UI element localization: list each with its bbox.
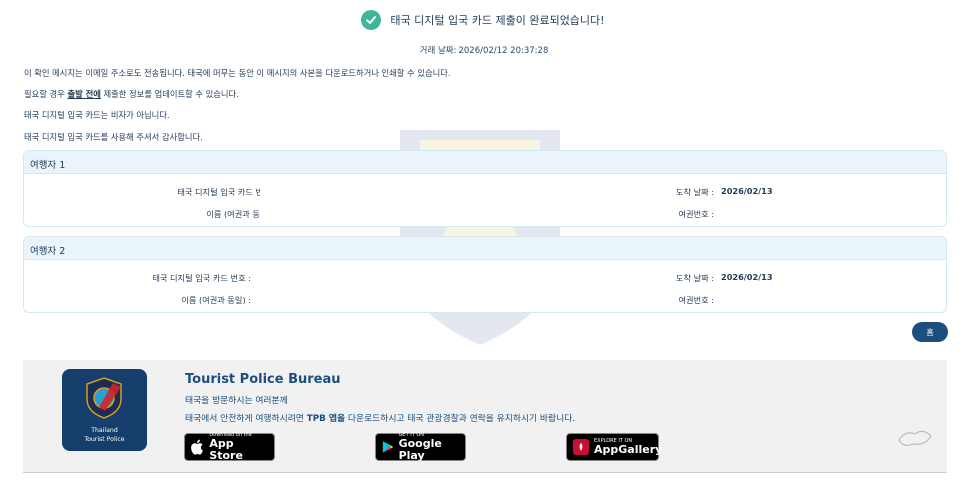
success-message: 태국 디지털 입국 카드 제출이 완료되었습니다!: [390, 14, 605, 27]
tpb-subtitle: 태국을 방문하시는 여러분께: [185, 396, 288, 406]
passport-label: 여권번호 :: [678, 295, 715, 305]
arrival-label: 도착 날짜 :: [675, 187, 714, 197]
name-label: 이름 (여권과 동일) :: [181, 295, 251, 305]
app-store-badge[interactable]: Download on the App Store: [184, 432, 275, 462]
tpb-title: Tourist Police Bureau: [185, 372, 341, 387]
success-banner: 태국 디지털 입국 카드 제출이 완료되었습니다!: [0, 10, 966, 30]
google-play-icon: [382, 441, 394, 453]
name-label: 이름 (여권과 동일) :: [206, 209, 276, 219]
huawei-icon: [573, 439, 589, 455]
card-number-label: 태국 디지털 입국 카드 번호 :: [152, 273, 251, 283]
apple-icon: [191, 439, 203, 455]
tpb-app-tile: Thailand Tourist Police: [62, 369, 147, 451]
google-play-badge[interactable]: GET IT ON Google Play: [375, 432, 466, 462]
desc-suffix: 다운로드하시고 태국 관광경찰과 연락을 유지하시기 바랍니다.: [345, 414, 576, 424]
app-store-big: App Store: [209, 437, 243, 462]
tile-line-2: Tourist Police: [84, 436, 125, 443]
redacted-box: [256, 267, 334, 311]
traveler-panel-1: 여행자 1 태국 디지털 입국 카드 번호 : 이름 (여권과 동일) : 도착…: [23, 150, 947, 227]
hand-logo-icon: [898, 430, 932, 446]
tile-line-1: Thailand: [91, 427, 118, 434]
traveler-title: 여행자 1: [24, 151, 946, 174]
card-number-label: 태국 디지털 입국 카드 번호 :: [177, 187, 276, 197]
arrival-label: 도착 날짜 :: [675, 273, 714, 283]
arrival-date: 2026/02/13: [721, 272, 773, 282]
check-circle-icon: [361, 10, 382, 30]
desc-bold: TPB 앱을: [306, 414, 346, 424]
tpb-description: 태국에서 안전하게 여행하시려면 TPB 앱을 다운로드하시고 태국 관광경찰과…: [185, 411, 575, 424]
app-gallery-badge[interactable]: EXPLORE IT ON AppGallery: [566, 433, 663, 461]
update-prefix: 필요할 경우: [24, 89, 68, 99]
tpb-app-promo: Thailand Tourist Police Tourist Police B…: [23, 360, 947, 473]
before-departure-text: 출발 전에: [67, 89, 101, 99]
redacted-box: [260, 179, 338, 226]
traveler-title: 여행자 2: [24, 237, 946, 260]
police-badge-icon: [86, 377, 122, 419]
info-message-email: 이 확인 메시지는 이메일 주소로도 전송됩니다. 태국에 머무는 동안 이 메…: [24, 68, 451, 78]
home-button[interactable]: 홈: [912, 322, 948, 342]
info-message-update: 필요할 경우 출발 전에 제출한 정보를 업데이트할 수 있습니다.: [24, 88, 239, 100]
update-suffix: 제출한 정보를 업데이트할 수 있습니다.: [100, 89, 239, 99]
google-play-big: Google Play: [398, 437, 442, 462]
desc-prefix: 태국에서 안전하게 여행하시려면: [185, 414, 307, 424]
passport-label: 여권번호 :: [678, 209, 715, 219]
transaction-date: 거래 날짜: 2026/02/12 20:37:28: [0, 44, 966, 56]
transaction-label: 거래 날짜:: [419, 46, 457, 56]
app-gallery-big: AppGallery: [594, 443, 663, 456]
traveler-panel-2: 여행자 2 태국 디지털 입국 카드 번호 : 이름 (여권과 동일) : 도착…: [23, 236, 947, 313]
info-message-thanks: 태국 디지털 입국 카드를 사용해 주셔서 감사합니다.: [24, 132, 203, 142]
arrival-date: 2026/02/13: [721, 186, 773, 196]
transaction-value: 2026/02/12 20:37:28: [458, 46, 549, 56]
info-message-not-visa: 태국 디지털 입국 카드는 비자가 아닙니다.: [24, 110, 170, 120]
